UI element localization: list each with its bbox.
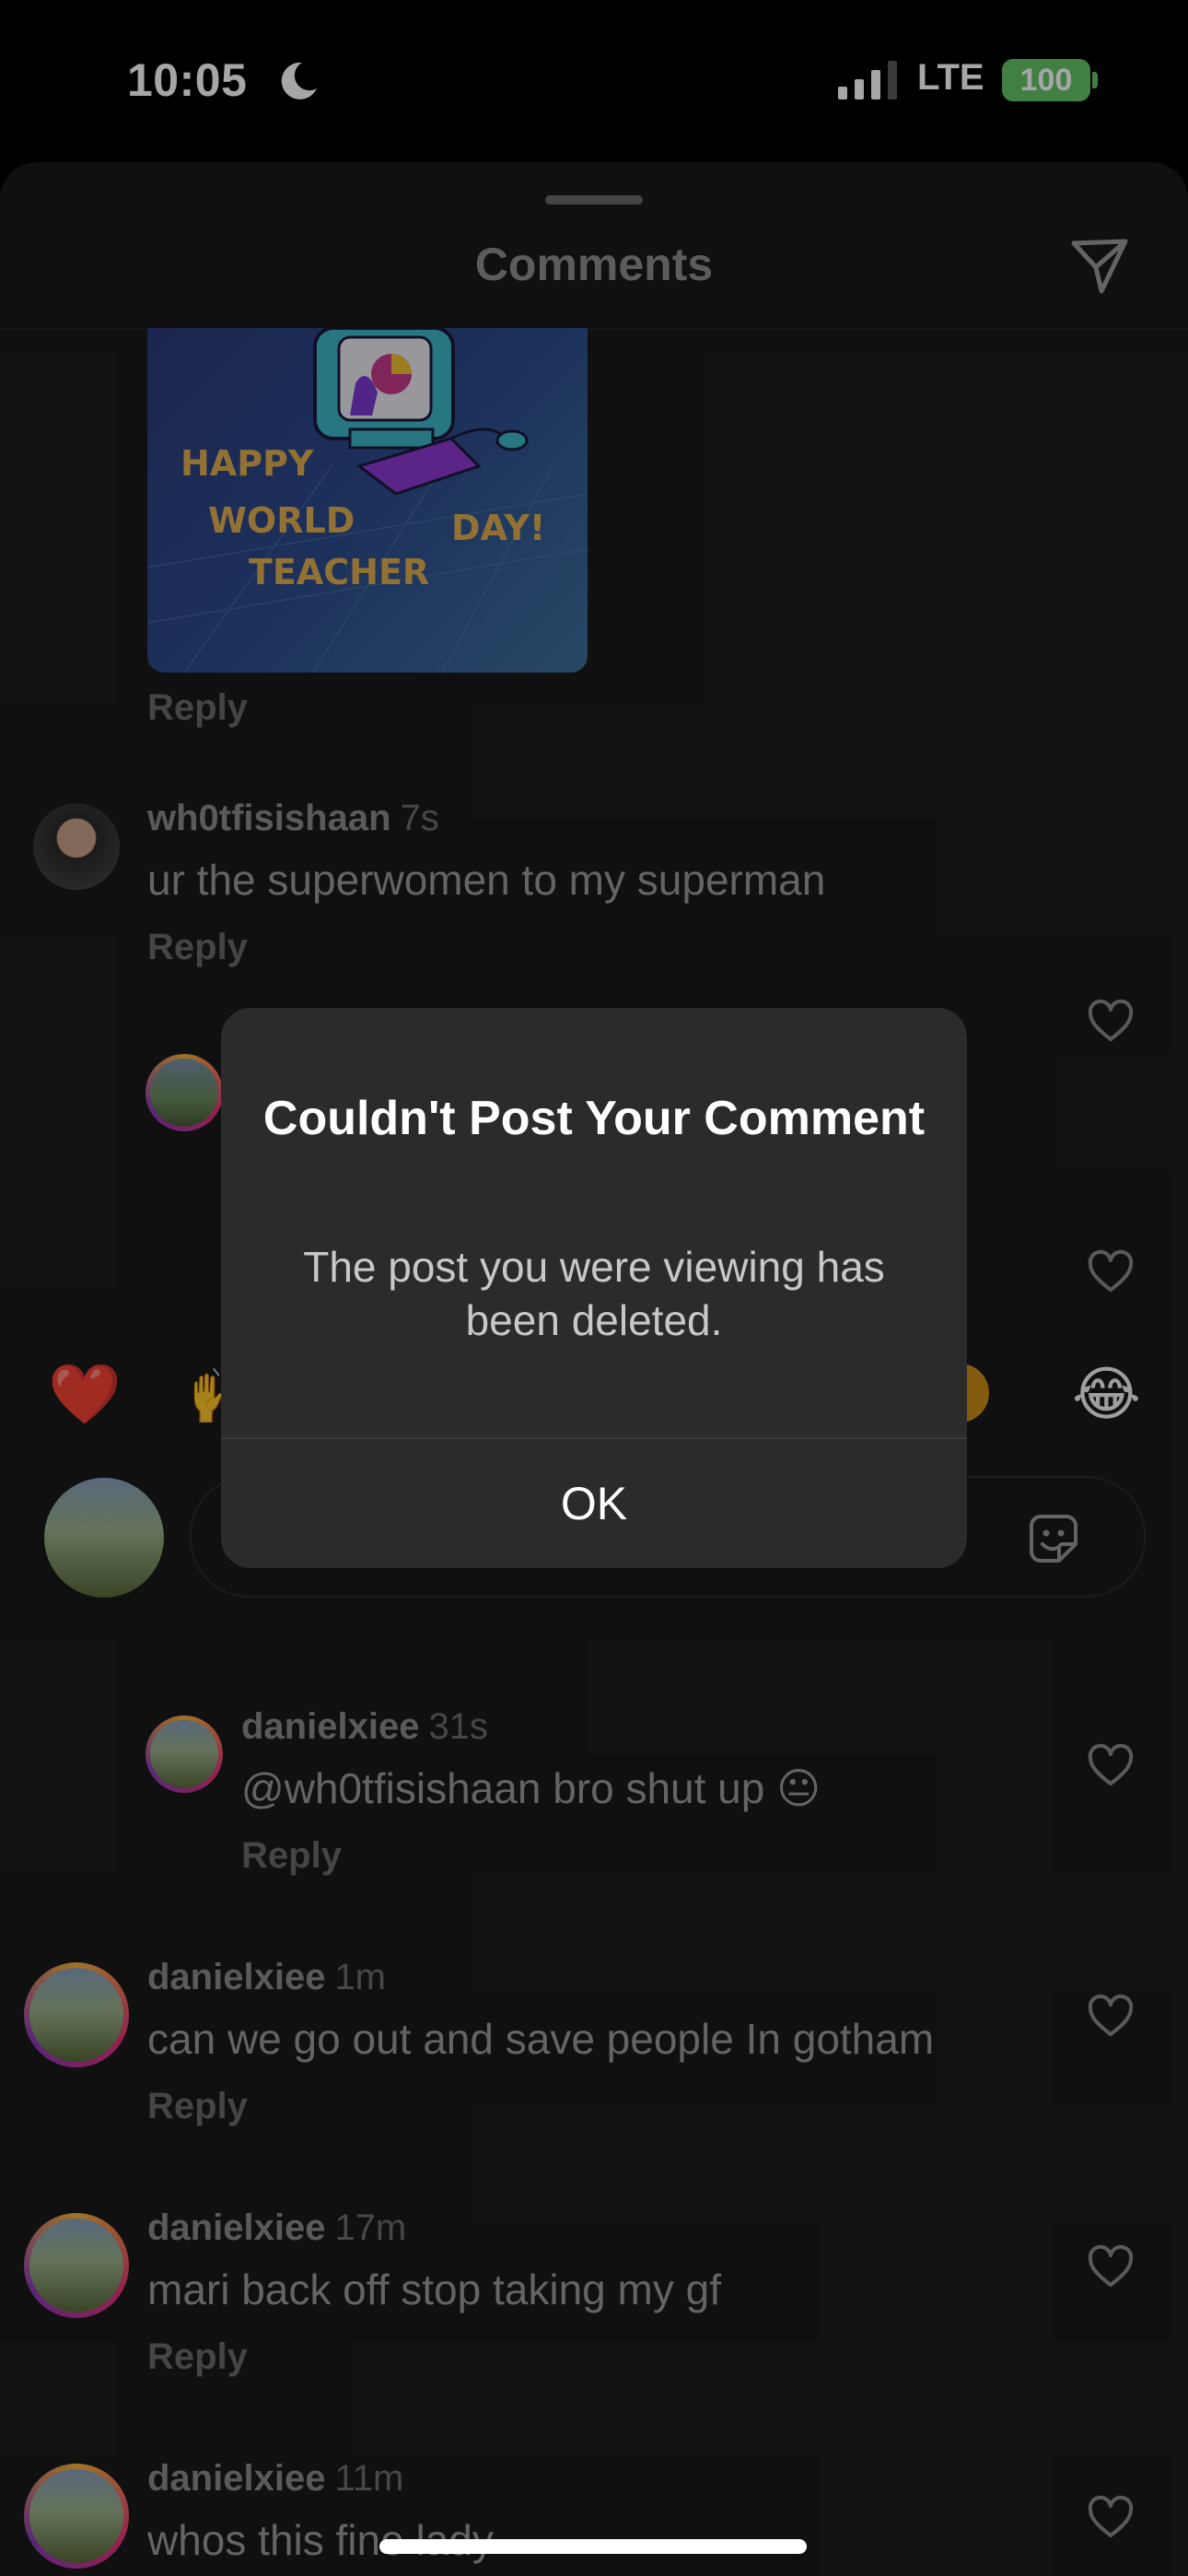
alert-dialog: Couldn't Post Your Comment The post you … — [221, 1008, 967, 1568]
alert-title: Couldn't Post Your Comment — [262, 1092, 926, 1145]
alert-message: The post you were viewing has been delet… — [303, 1243, 885, 1344]
ok-button[interactable]: OK — [221, 1439, 967, 1568]
home-indicator[interactable] — [379, 2539, 807, 2554]
